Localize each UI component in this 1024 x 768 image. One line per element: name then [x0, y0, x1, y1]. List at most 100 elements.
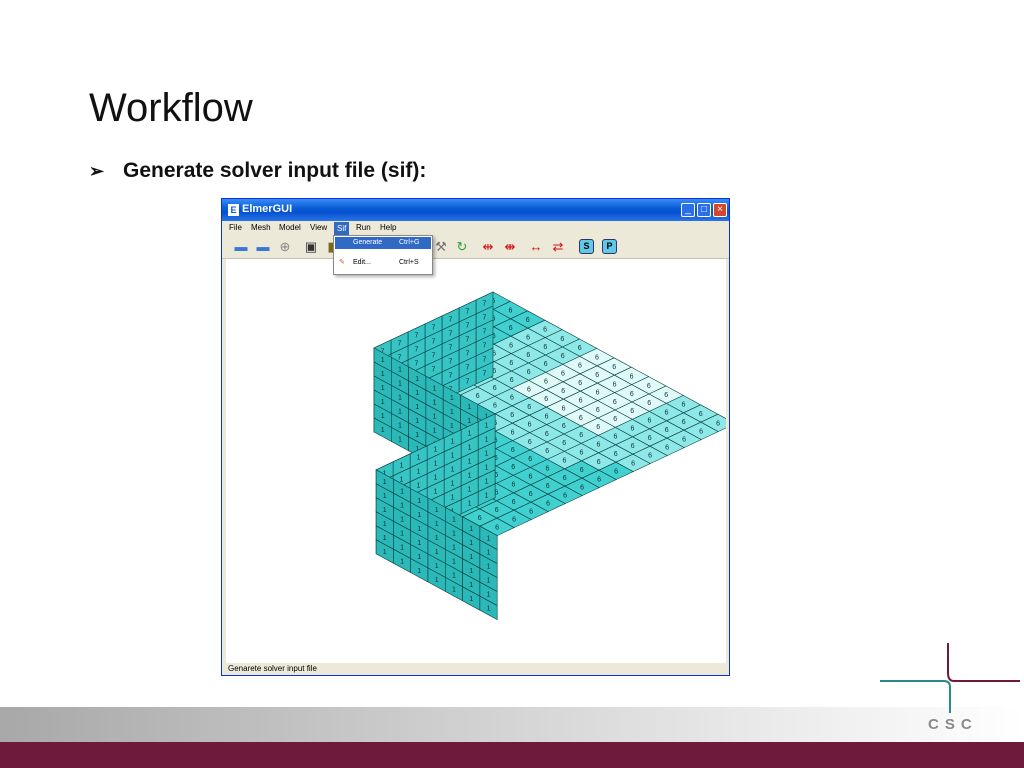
mesh-front-element-label: 1: [433, 413, 437, 420]
open-icon[interactable]: ▬: [233, 239, 249, 255]
wrench-icon[interactable]: ⚒: [433, 239, 449, 255]
mesh-front-element-label: 1: [469, 526, 473, 533]
mesh-top-element-label: 6: [510, 377, 514, 384]
open-icon[interactable]: ▬: [255, 239, 271, 255]
mesh-top-element-label: 6: [529, 508, 533, 515]
window-title: ElmerGUI: [242, 203, 293, 215]
menu-item-label: Edit...: [353, 259, 371, 266]
mesh-top-element-label: 6: [512, 499, 516, 506]
divide-edge-icon[interactable]: ↔: [528, 239, 544, 255]
menu-run[interactable]: Run: [356, 223, 371, 232]
mesh-front-element-label: 1: [417, 512, 421, 519]
mesh-left-element-label: 1: [468, 430, 472, 437]
mesh-front-element-label: 1: [383, 479, 387, 486]
mesh-top-element-label: 6: [563, 475, 567, 482]
refresh-icon[interactable]: ↻: [454, 239, 470, 255]
mesh-front-element-label: 1: [435, 507, 439, 514]
mesh-top-element-label: 6: [510, 412, 514, 419]
menu-bar: File Mesh Model View Sif Run Help: [222, 221, 729, 236]
bullet-arrow-icon: ➢: [89, 161, 105, 181]
menu-help[interactable]: Help: [380, 223, 396, 232]
menu-item-generate[interactable]: Generate Ctrl+G: [335, 237, 431, 249]
mesh-top-element-label: 6: [495, 524, 499, 531]
mesh-front-element-label: 1: [415, 418, 419, 425]
menu-mesh[interactable]: Mesh: [251, 223, 271, 232]
mesh-left-element-label: 1: [485, 464, 489, 471]
mesh-front-element-label: 1: [400, 502, 404, 509]
mesh-top-element-label: 6: [493, 403, 497, 410]
bullet-text: Generate solver input file (sif):: [123, 159, 427, 182]
mesh-top-element-label: 6: [614, 451, 618, 458]
mesh-left-element-label: 1: [434, 474, 438, 481]
mesh-left-element-label: 7: [483, 343, 487, 350]
maximize-button[interactable]: □: [697, 203, 711, 217]
mesh-left-element-label: 1: [485, 492, 489, 499]
mesh-front-element-label: 1: [415, 432, 419, 439]
mesh-top-element-label: 6: [596, 424, 600, 431]
menu-sif[interactable]: Sif: [334, 222, 350, 235]
mesh-top-element-label: 6: [511, 464, 515, 471]
menu-model[interactable]: Model: [279, 223, 301, 232]
mesh-front-element-label: 1: [400, 544, 404, 551]
mesh-top-element-label: 6: [561, 353, 565, 360]
mesh-front-element-label: 1: [435, 535, 439, 542]
mesh-top-element-label: 6: [529, 491, 533, 498]
mesh-top-element-label: 6: [528, 456, 532, 463]
mesh-top-element-label: 6: [493, 385, 497, 392]
mesh-top-element-label: 6: [509, 342, 513, 349]
menu-file[interactable]: File: [229, 223, 242, 232]
minimize-button[interactable]: _: [681, 203, 695, 217]
mesh-top-element-label: 6: [682, 436, 686, 443]
mesh-top-element-label: 6: [509, 325, 513, 332]
window-titlebar[interactable]: E ElmerGUI _ □ ×: [222, 199, 729, 221]
mesh-left-element-label: 1: [451, 480, 455, 487]
mesh-front-element-label: 1: [400, 488, 404, 495]
mesh-top-element-label: 6: [546, 500, 550, 507]
mesh-top-element-label: 6: [545, 413, 549, 420]
mesh-left-element-label: 7: [483, 315, 487, 322]
mesh-left-element-label: 7: [432, 367, 436, 374]
mesh-left-element-label: 1: [451, 438, 455, 445]
mesh-left-element-label: 7: [449, 331, 453, 338]
mesh-top-element-label: 6: [664, 410, 668, 417]
save-icon[interactable]: ▣: [303, 239, 319, 255]
postprocessor-icon[interactable]: P: [602, 239, 617, 254]
mesh-top-element-label: 6: [631, 460, 635, 467]
mesh-top-element-label: 6: [595, 372, 599, 379]
mesh-front-element-label: 1: [433, 427, 437, 434]
mesh-left-element-label: 7: [415, 333, 419, 340]
mesh-front-element-label: 1: [435, 521, 439, 528]
mesh-top-element-label: 6: [561, 371, 565, 378]
divide-icon[interactable]: ⇹: [480, 239, 496, 255]
mesh-left-element-label: 7: [432, 353, 436, 360]
mesh-top-element-label: 6: [578, 380, 582, 387]
mesh-front-element-label: 1: [417, 554, 421, 561]
mesh-top-element-label: 6: [562, 458, 566, 465]
mesh-top-element-label: 6: [510, 395, 514, 402]
close-button[interactable]: ×: [713, 203, 727, 217]
mesh-front-element-label: 1: [383, 535, 387, 542]
mesh-top-element-label: 6: [545, 431, 549, 438]
mesh-drawing[interactable]: 6 6 6 6 6 6 6 6 6 6 6 6 6 6 6 6 6 6 6 6 6 6 6 6 6 6 6 6 6 6 6 6 6 6 6 6 6 6 6 6…: [226, 259, 736, 663]
unify-edge-icon[interactable]: ⇄: [550, 239, 566, 255]
menu-view[interactable]: View: [310, 223, 327, 232]
mesh-top-element-label: 6: [560, 336, 564, 343]
new-icon[interactable]: ⊕: [277, 239, 293, 255]
mesh-front-element-label: 1: [467, 404, 471, 411]
mesh-top-element-label: 6: [597, 476, 601, 483]
mesh-left-element-label: 1: [434, 488, 438, 495]
menu-item-edit[interactable]: ✎ Edit... Ctrl+S: [335, 257, 431, 269]
mesh-front-element-label: 1: [469, 540, 473, 547]
mesh-left-element-label: 7: [449, 345, 453, 352]
unify-icon[interactable]: ⇼: [502, 239, 518, 255]
mesh-top-element-label: 6: [579, 432, 583, 439]
mesh-top-element-label: 6: [630, 426, 634, 433]
mesh-front-element-label: 1: [415, 404, 419, 411]
mesh-front-element-label: 1: [398, 423, 402, 430]
mesh-front-element-label: 1: [435, 563, 439, 570]
mesh-viewport[interactable]: 6 6 6 6 6 6 6 6 6 6 6 6 6 6 6 6 6 6 6 6 6 6 6 6 6 6 6 6 6 6 6 6 6 6 6 6 6 6 6 6…: [226, 259, 736, 663]
mesh-top-element-label: 6: [528, 439, 532, 446]
mesh-left-element-label: 1: [468, 472, 472, 479]
mesh-top-element-label: 6: [665, 444, 669, 451]
start-solver-icon[interactable]: S: [579, 239, 594, 254]
